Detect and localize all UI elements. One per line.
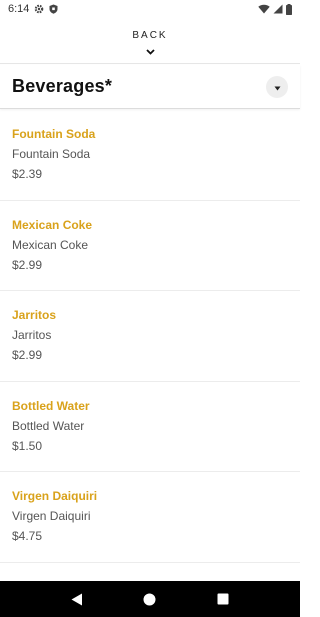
shield-icon bbox=[49, 4, 58, 14]
item-price: $1.50 bbox=[12, 438, 43, 453]
menu-item-bottled-water[interactable]: Bottled Water Bottled Water $1.50 bbox=[0, 382, 300, 472]
navigation-bar bbox=[0, 581, 300, 617]
gear-icon bbox=[34, 4, 44, 14]
menu-list: Fountain Soda Fountain Soda $2.39 Mexica… bbox=[0, 110, 300, 581]
menu-item-virgen-daiquiri[interactable]: Virgen Daiquiri Virgen Daiquiri $4.75 bbox=[0, 472, 300, 563]
item-name: Bottled Water bbox=[12, 398, 90, 413]
item-name: Virgen Daiquiri bbox=[12, 489, 98, 503]
item-description: Fountain Soda bbox=[12, 147, 91, 161]
app-screen: 6:14 BACK Beverages* Fountain Soda Fount… bbox=[0, 0, 300, 617]
battery-icon bbox=[286, 3, 292, 15]
item-price: $2.39 bbox=[12, 167, 43, 181]
back-triangle-icon[interactable] bbox=[62, 584, 92, 614]
item-name: Jarritos bbox=[12, 308, 57, 322]
back-label: BACK bbox=[132, 29, 168, 41]
status-time: 6:14 bbox=[8, 3, 30, 15]
chevron-down-icon bbox=[145, 42, 155, 60]
status-right bbox=[258, 3, 292, 15]
back-button[interactable]: BACK bbox=[0, 18, 300, 64]
item-description: Bottled Water bbox=[12, 418, 85, 433]
wifi-icon bbox=[258, 4, 270, 14]
category-title: Beverages* bbox=[12, 76, 113, 96]
signal-icon bbox=[273, 4, 283, 14]
status-bar: 6:14 bbox=[0, 0, 300, 18]
home-circle-icon[interactable] bbox=[135, 584, 165, 614]
item-price: $2.99 bbox=[12, 348, 43, 362]
item-description: Mexican Coke bbox=[12, 237, 89, 252]
item-price: $4.75 bbox=[12, 529, 43, 543]
item-name: Mexican Coke bbox=[12, 217, 93, 232]
status-left: 6:14 bbox=[8, 3, 58, 15]
menu-item-mexican-coke[interactable]: Mexican Coke Mexican Coke $2.99 bbox=[0, 201, 300, 291]
item-description: Jarritos bbox=[12, 328, 52, 342]
recents-square-icon[interactable] bbox=[208, 584, 238, 614]
category-header: Beverages* bbox=[0, 65, 300, 109]
menu-item-fountain-soda[interactable]: Fountain Soda Fountain Soda $2.39 bbox=[0, 110, 300, 201]
item-name: Fountain Soda bbox=[12, 127, 96, 141]
category-toggle-button[interactable] bbox=[266, 75, 288, 98]
item-description: Virgen Daiquiri bbox=[12, 509, 91, 523]
menu-item-jarritos[interactable]: Jarritos Jarritos $2.99 bbox=[0, 291, 300, 382]
item-price: $2.99 bbox=[12, 257, 43, 272]
caret-down-icon bbox=[274, 78, 281, 96]
